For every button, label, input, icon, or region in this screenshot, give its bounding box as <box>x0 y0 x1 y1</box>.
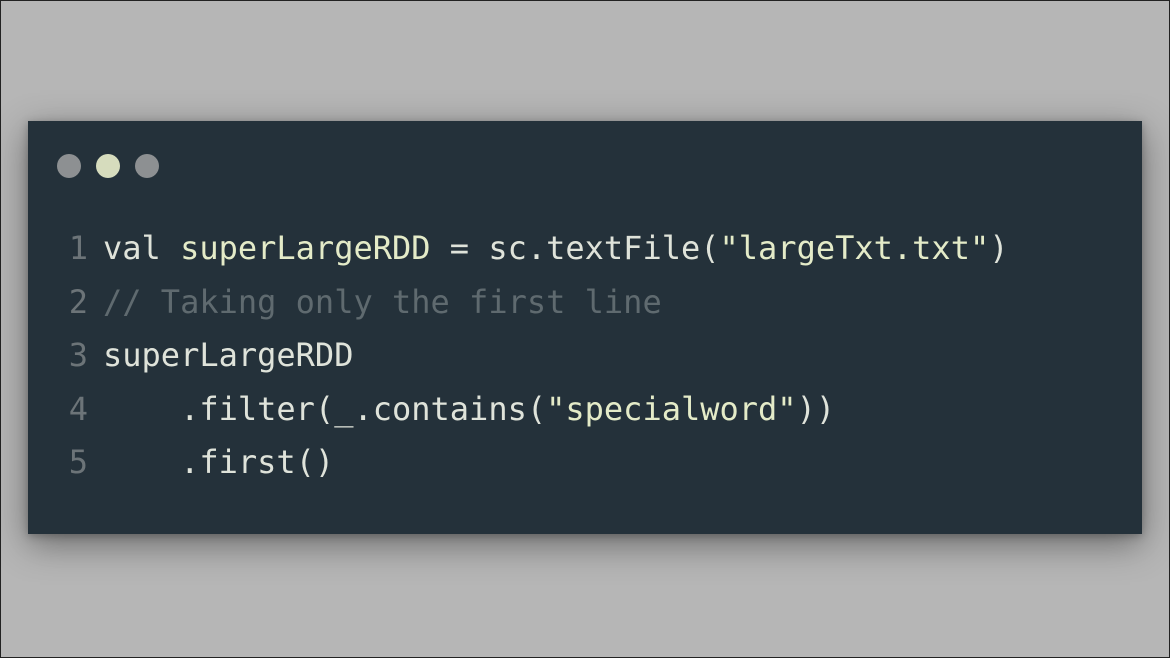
code-text: .filter(_.contains("specialword")) <box>103 383 835 437</box>
code-block: 1 val superLargeRDD = sc.textFile("largeT… <box>28 222 1009 490</box>
code-token: ) <box>989 229 1009 267</box>
code-token: "largeTxt.txt" <box>719 229 990 267</box>
code-window: 1 val superLargeRDD = sc.textFile("largeT… <box>28 121 1142 534</box>
line-number: 1 <box>68 229 88 267</box>
code-token: "specialword" <box>546 389 797 428</box>
code-token: superLargeRDD <box>103 336 354 374</box>
minimize-dot-icon <box>96 154 120 178</box>
line-number: 3 <box>68 336 88 374</box>
code-token: superLargeRDD <box>180 229 431 267</box>
code-text: superLargeRDD <box>103 329 353 383</box>
code-token: .filter(_.contains( <box>103 389 547 428</box>
code-line: 5 .first() <box>28 436 1008 490</box>
code-text: // Taking only the first line <box>103 276 662 330</box>
code-token: )) <box>796 389 836 428</box>
maximize-dot-icon <box>135 154 159 178</box>
code-line: 1 val superLargeRDD = sc.textFile("largeT… <box>28 222 1009 276</box>
code-token: .first() <box>103 443 335 481</box>
code-token: val <box>103 229 161 267</box>
line-number: 4 <box>68 389 88 428</box>
code-token: // Taking only the first line <box>103 282 662 321</box>
code-line: 3 superLargeRDD <box>28 329 1008 383</box>
code-line: 2 // Taking only the first line <box>28 276 1008 330</box>
code-token: = sc.textFile( <box>430 229 720 267</box>
line-number: 5 <box>68 443 88 481</box>
window-controls <box>57 154 159 178</box>
code-line: 4 .filter(_.contains("specialword")) <box>28 383 1008 437</box>
code-text: val superLargeRDD = sc.textFile("largeTx… <box>103 222 1008 276</box>
close-dot-icon <box>57 154 81 178</box>
line-number: 2 <box>68 282 88 321</box>
code-text: .first() <box>103 436 334 490</box>
